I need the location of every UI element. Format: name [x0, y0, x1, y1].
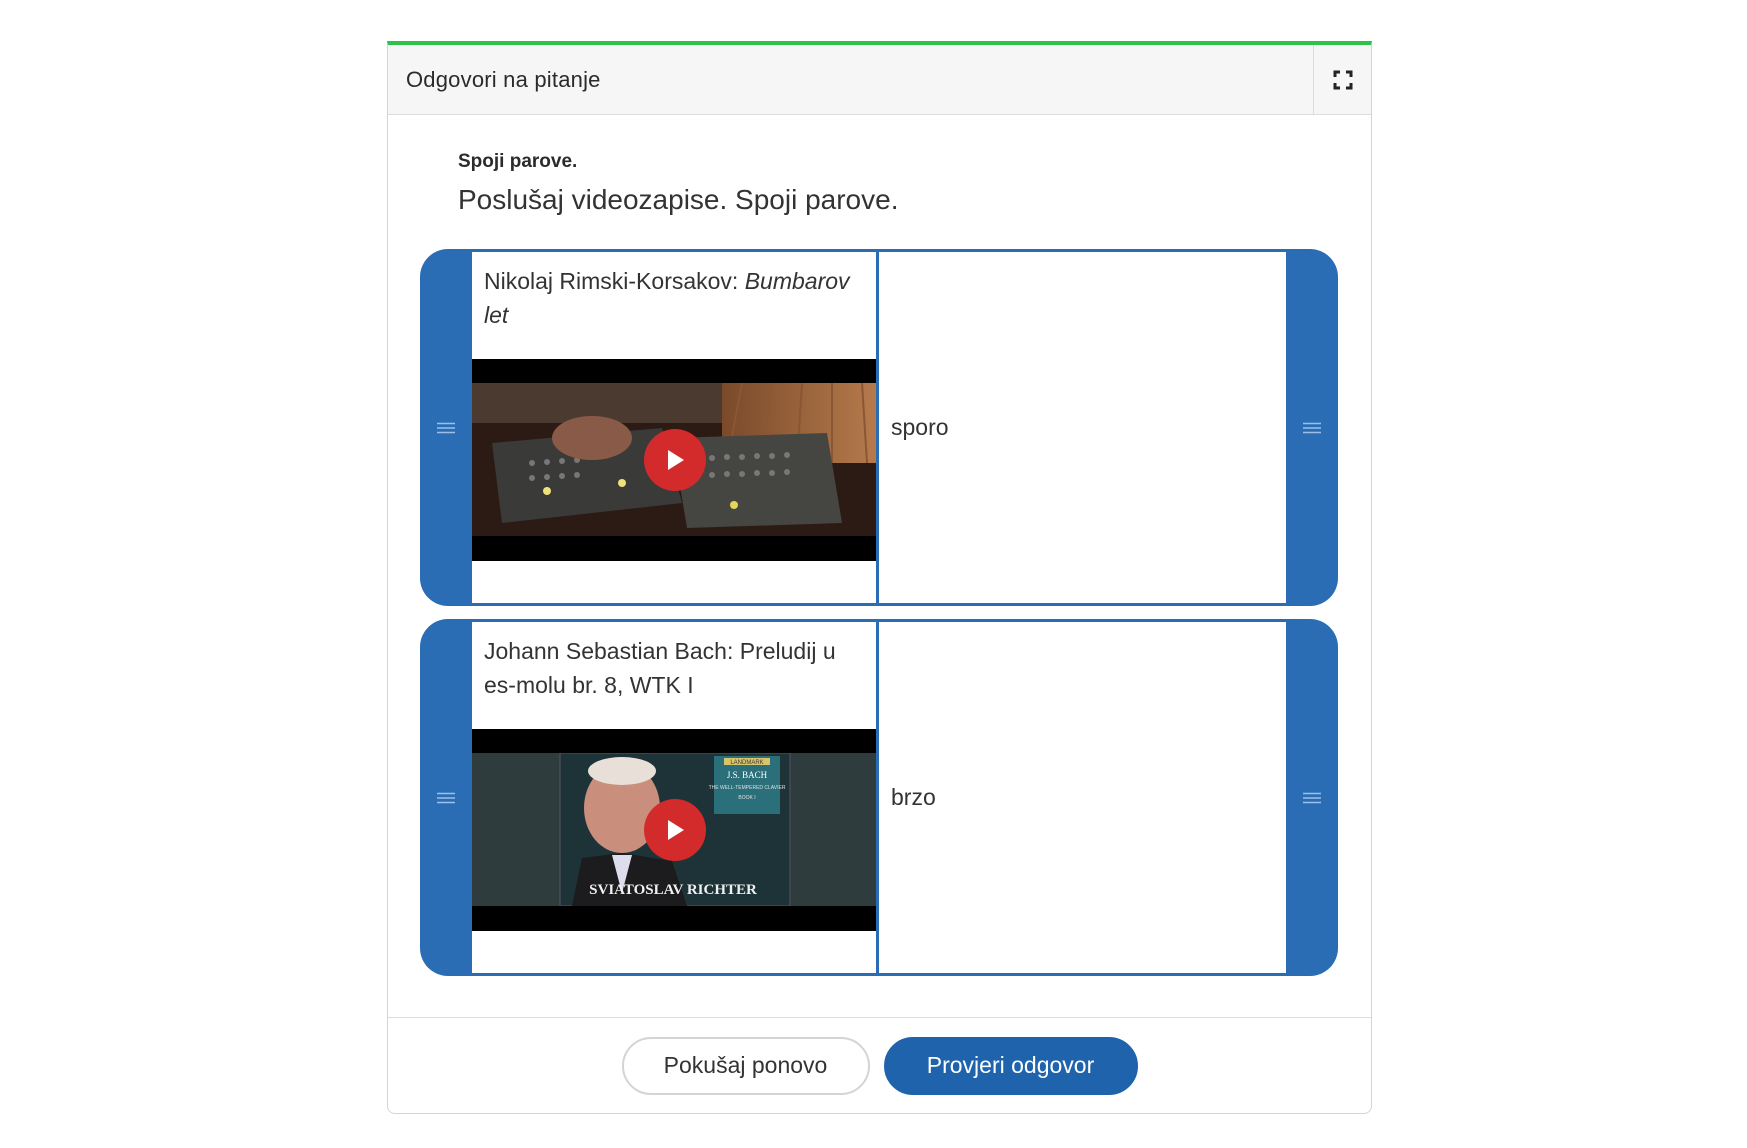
video-player-2[interactable]: LANDMARK J.S. BACH THE WELL-TEMPERED CLA… — [472, 729, 876, 931]
drag-handle-icon — [437, 422, 455, 433]
task-label: Spoji parove. — [458, 151, 578, 172]
pair-1-answer-card[interactable]: sporo — [879, 252, 1286, 603]
svg-text:THE WELL-TEMPERED CLAVIER: THE WELL-TEMPERED CLAVIER — [709, 785, 786, 791]
match-pair-1[interactable]: Nikolaj Rimski-Korsakov: Bumbarov let sp… — [420, 249, 1338, 606]
drag-handle-left[interactable] — [420, 249, 472, 606]
video-player-1[interactable] — [472, 359, 876, 561]
widget-footer: Pokušaj ponovo Provjeri odgovor — [388, 1017, 1371, 1113]
play-icon — [668, 820, 684, 840]
play-button-1[interactable] — [644, 429, 706, 491]
pair-2-item-card: Johann Sebastian Bach: Preludij u es-mol… — [472, 622, 879, 973]
svg-text:BOOK I: BOOK I — [738, 795, 755, 801]
task-instruction: Poslušaj videozapise. Spoji parove. — [458, 184, 899, 215]
play-button-2[interactable] — [644, 799, 706, 861]
play-icon — [668, 450, 684, 470]
pair-2-title: Johann Sebastian Bach: Preludij u es-mol… — [484, 638, 836, 698]
widget-header: Odgovori na pitanje — [388, 45, 1371, 115]
fullscreen-icon — [1333, 70, 1352, 89]
drag-handle-icon — [437, 792, 455, 803]
drag-handle-icon — [1303, 422, 1321, 433]
pair-1-title: Nikolaj Rimski-Korsakov: Bumbarov let — [484, 264, 864, 332]
svg-text:LANDMARK: LANDMARK — [730, 760, 763, 766]
pair-1-answer: sporo — [891, 414, 949, 440]
pair-1-item-card: Nikolaj Rimski-Korsakov: Bumbarov let — [472, 252, 879, 603]
question-widget: Odgovori na pitanje Spoji parove. Posluš… — [387, 41, 1372, 1114]
svg-text:SVIATOSLAV RICHTER: SVIATOSLAV RICHTER — [589, 882, 757, 898]
pair-2-answer: brzo — [891, 784, 936, 810]
drag-handle-icon — [1303, 792, 1321, 803]
svg-text:J.S. BACH: J.S. BACH — [727, 770, 768, 780]
retry-button[interactable]: Pokušaj ponovo — [621, 1036, 870, 1095]
drag-handle-right[interactable] — [1286, 249, 1338, 606]
pair-2-answer-card[interactable]: brzo — [879, 622, 1286, 973]
pair-1-title-text: Nikolaj Rimski-Korsakov: — [484, 268, 745, 294]
widget-title: Odgovori na pitanje — [406, 66, 601, 92]
drag-handle-right[interactable] — [1286, 619, 1338, 976]
check-answer-button[interactable]: Provjeri odgovor — [883, 1036, 1138, 1095]
drag-handle-left[interactable] — [420, 619, 472, 976]
match-pair-2[interactable]: Johann Sebastian Bach: Preludij u es-mol… — [420, 619, 1338, 976]
fullscreen-button[interactable] — [1313, 45, 1371, 114]
